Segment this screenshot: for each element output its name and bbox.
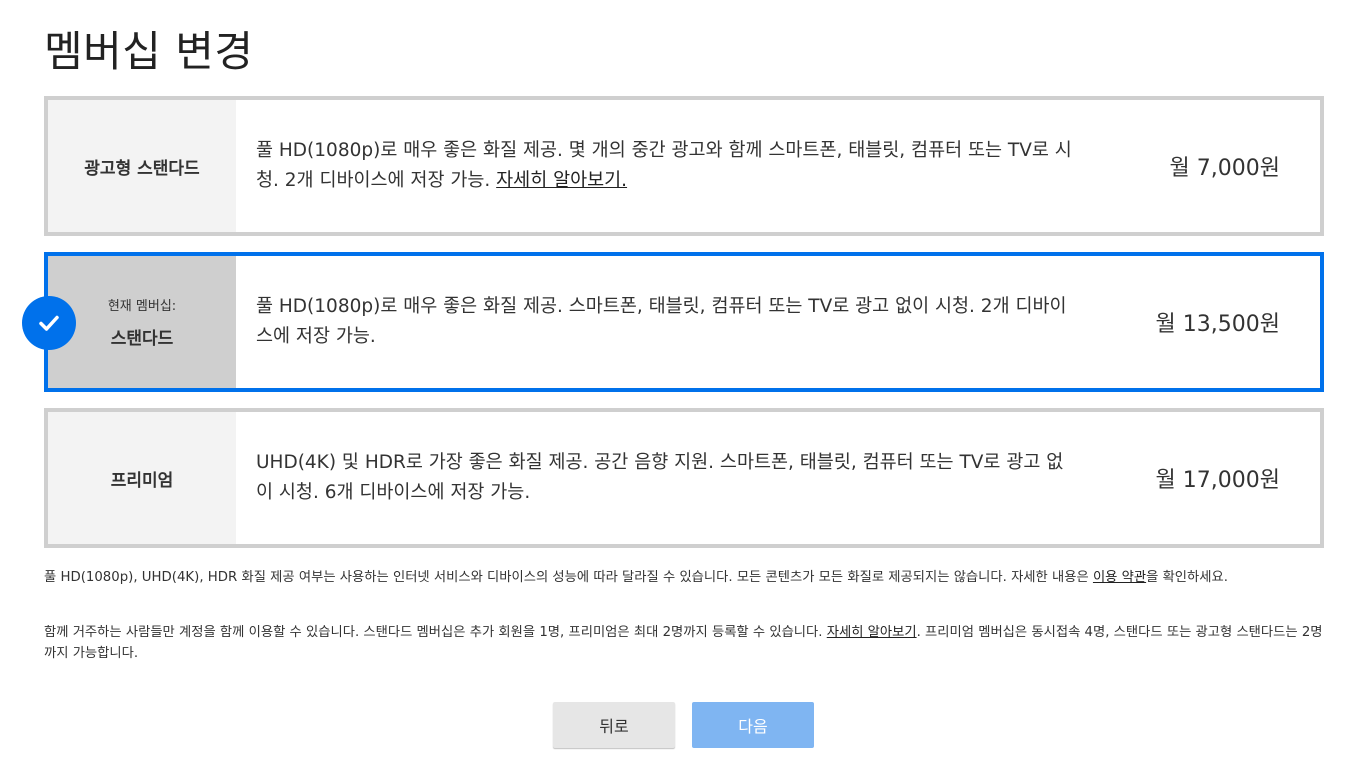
plan-description: 풀 HD(1080p)로 매우 좋은 화질 제공. 스마트폰, 태블릿, 컴퓨터… bbox=[236, 256, 1120, 388]
quality-note-text-end: 을 확인하세요. bbox=[1146, 570, 1228, 585]
plan-name-cell: 현재 멤버십: 스탠다드 bbox=[48, 256, 236, 388]
plan-price: 월 7,000원 bbox=[1169, 156, 1280, 181]
plan-price: 월 17,000원 bbox=[1155, 468, 1280, 493]
learn-more-link[interactable]: 자세히 알아보기 bbox=[827, 625, 917, 640]
page-title: 멤버십 변경 bbox=[44, 27, 254, 76]
plan-option-ad-standard[interactable]: 광고형 스탠다드 풀 HD(1080p)로 매우 좋은 화질 제공. 몇 개의 … bbox=[44, 96, 1324, 236]
sharing-note-text: 함께 거주하는 사람들만 계정을 함께 이용할 수 있습니다. 스탠다드 멤버십… bbox=[44, 625, 827, 640]
check-icon bbox=[22, 296, 76, 350]
sharing-note: 함께 거주하는 사람들만 계정을 함께 이용할 수 있습니다. 스탠다드 멤버십… bbox=[44, 622, 1324, 664]
plan-description-text: 풀 HD(1080p)로 매우 좋은 화질 제공. 스마트폰, 태블릿, 컴퓨터… bbox=[256, 296, 1067, 347]
learn-more-link[interactable]: 자세히 알아보기. bbox=[496, 170, 627, 191]
plan-price: 월 13,500원 bbox=[1155, 312, 1280, 337]
plan-option-premium[interactable]: 프리미엄 UHD(4K) 및 HDR로 가장 좋은 화질 제공. 공간 음향 지… bbox=[44, 408, 1324, 548]
terms-of-use-link[interactable]: 이용 약관 bbox=[1093, 570, 1146, 585]
plan-description-text: 풀 HD(1080p)로 매우 좋은 화질 제공. 몇 개의 중간 광고와 함께… bbox=[256, 140, 1072, 191]
plan-description: 풀 HD(1080p)로 매우 좋은 화질 제공. 몇 개의 중간 광고와 함께… bbox=[236, 100, 1120, 232]
plan-name: 스탠다드 bbox=[110, 329, 174, 349]
plan-description: UHD(4K) 및 HDR로 가장 좋은 화질 제공. 공간 음향 지원. 스마… bbox=[236, 412, 1120, 544]
plan-name: 프리미엄 bbox=[110, 470, 174, 491]
back-button[interactable]: 뒤로 bbox=[553, 702, 675, 748]
quality-note-text: 풀 HD(1080p), UHD(4K), HDR 화질 제공 여부는 사용하는… bbox=[44, 570, 1093, 585]
plan-name-cell: 프리미엄 bbox=[48, 412, 236, 544]
next-button[interactable]: 다음 bbox=[692, 702, 814, 748]
current-membership-label: 현재 멤버십: bbox=[107, 299, 177, 314]
plan-name-cell: 광고형 스탠다드 bbox=[48, 100, 236, 232]
plan-option-standard[interactable]: 현재 멤버십: 스탠다드 풀 HD(1080p)로 매우 좋은 화질 제공. 스… bbox=[44, 252, 1324, 392]
quality-note: 풀 HD(1080p), UHD(4K), HDR 화질 제공 여부는 사용하는… bbox=[44, 567, 1324, 588]
plan-name: 광고형 스탠다드 bbox=[84, 158, 200, 179]
plan-description-text: UHD(4K) 및 HDR로 가장 좋은 화질 제공. 공간 음향 지원. 스마… bbox=[256, 452, 1064, 503]
